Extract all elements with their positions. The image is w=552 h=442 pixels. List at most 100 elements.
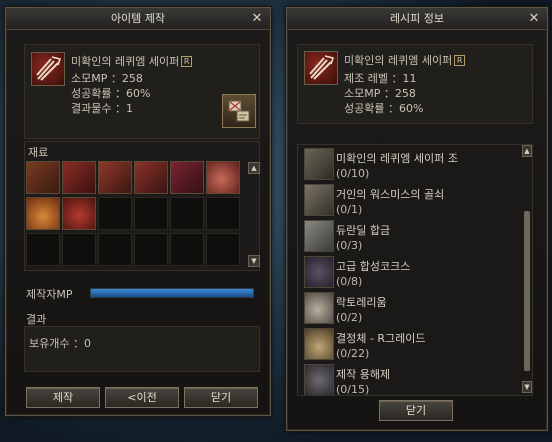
stat-sep: ：: [114, 102, 126, 115]
recipe-book-icon[interactable]: [222, 94, 256, 128]
alloy-icon: [304, 220, 334, 252]
stat-label: 결과물수: [71, 102, 112, 115]
material-slot-empty[interactable]: [206, 197, 240, 230]
list-item[interactable]: 미확인의 레퀴엠 세이퍼 조 (0/10): [298, 147, 518, 183]
stat-mp-row: 소모MP ：258: [344, 85, 416, 101]
stat-sep: ：: [383, 87, 395, 100]
material-name: 제작 용해제: [336, 368, 391, 381]
stat-level-row: 제조 레벨 ：11: [344, 70, 416, 86]
material-count: (0/8): [336, 275, 363, 288]
material-slot-empty[interactable]: [26, 233, 60, 266]
material-count: (0/15): [336, 383, 370, 396]
material-slot-solvent-icon[interactable]: [62, 197, 96, 230]
grade-badge: R: [454, 55, 466, 66]
close-icon[interactable]: ✕: [249, 8, 265, 30]
weapon-icon[interactable]: [304, 51, 338, 85]
owned-sep: ：: [72, 337, 84, 350]
crafter-mp-label: 제작자MP: [26, 288, 73, 301]
close-button[interactable]: 닫기: [379, 400, 453, 421]
material-count: (0/1): [336, 203, 363, 216]
materials-label: 재료: [28, 146, 49, 159]
scroll-up-arrow[interactable]: ▲: [248, 162, 260, 174]
material-slot-empty[interactable]: [170, 197, 204, 230]
material-name: 락토레리움: [336, 296, 387, 309]
list-item[interactable]: 고급 합성코크스 (0/8): [298, 255, 518, 291]
stat-label: 성공확률: [71, 87, 112, 100]
material-slot-crystal-icon[interactable]: [206, 161, 240, 194]
material-slot-empty[interactable]: [206, 233, 240, 266]
scrollbar-track[interactable]: ▲ ▼: [522, 145, 532, 393]
stat-value: 60%: [398, 102, 424, 115]
material-slot-bone-icon[interactable]: [62, 161, 96, 194]
coke-icon: [304, 256, 334, 288]
stat-label: 성공확률: [344, 102, 385, 115]
list-item[interactable]: 결정체 - R그레이드 (0/22): [298, 327, 518, 363]
scroll-up-arrow[interactable]: ▲: [522, 145, 532, 157]
material-slot-leaf-icon[interactable]: [26, 197, 60, 230]
stone-icon: [304, 292, 334, 324]
stat-label: 소모MP: [71, 72, 108, 85]
materials-grid: [25, 161, 245, 267]
weapon-icon[interactable]: [31, 52, 65, 86]
result-label: 결과: [26, 313, 47, 326]
scrollbar-thumb[interactable]: [524, 211, 530, 371]
material-slot-empty[interactable]: [134, 233, 168, 266]
list-item[interactable]: 제작 용해제 (0/15): [298, 363, 518, 396]
close-button[interactable]: 닫기: [184, 387, 258, 408]
recipe-item-name-row: 미확인의 레퀴엠 세이퍼 R: [344, 52, 466, 68]
crafter-mp-fill: [91, 289, 253, 297]
close-icon[interactable]: ✕: [526, 8, 542, 30]
material-name: 거인의 워스미스의 골쇠: [336, 188, 445, 201]
prev-button[interactable]: <이전: [105, 387, 179, 408]
recipe-window-titlebar[interactable]: 레시피 정보 ✕: [287, 8, 547, 30]
stat-value: 1: [125, 102, 133, 115]
craft-button[interactable]: 제작: [26, 387, 100, 408]
list-item[interactable]: 락토레리움 (0/2): [298, 291, 518, 327]
stat-sep: ：: [110, 72, 122, 85]
stat-success-row: 성공확률 ：60%: [71, 85, 150, 101]
crafter-mp-bar: [90, 288, 254, 298]
owned-label: 보유개수: [29, 337, 70, 350]
craft-window-titlebar[interactable]: 아이템 제작 ✕: [6, 8, 270, 30]
material-slot-empty[interactable]: [170, 233, 204, 266]
stat-value: 11: [402, 72, 417, 85]
craft-window-title: 아이템 제작: [110, 12, 166, 25]
material-slot-empty[interactable]: [98, 233, 132, 266]
material-name: 미확인의 레퀴엠 세이퍼 조: [336, 152, 458, 165]
stat-value: 258: [394, 87, 416, 100]
stat-value: 60%: [125, 87, 151, 100]
material-slot-stone-icon[interactable]: [170, 161, 204, 194]
material-slot-empty[interactable]: [62, 233, 96, 266]
scroll-down-arrow[interactable]: ▼: [522, 381, 532, 393]
solvent-icon: [304, 364, 334, 395]
owned-count-row: 보유개수 ：0: [29, 335, 91, 351]
result-panel: 보유개수 ：0: [24, 326, 260, 372]
material-count: (0/3): [336, 239, 363, 252]
bone-icon: [304, 184, 334, 216]
material-name: 고급 합성코크스: [336, 260, 411, 273]
recipe-materials-list: 미확인의 레퀴엠 세이퍼 조 (0/10) 거인의 워스미스의 골쇠 (0/1)…: [297, 144, 533, 396]
list-item[interactable]: 거인의 워스미스의 골쇠 (0/1): [298, 183, 518, 219]
stat-sep: ：: [391, 72, 403, 85]
material-slot-empty[interactable]: [134, 197, 168, 230]
stat-sep: ：: [387, 102, 399, 115]
material-slot-blueprint-icon[interactable]: [26, 161, 60, 194]
materials-section: 재료 ▲ ▼: [24, 141, 260, 271]
list-item[interactable]: 듀란딜 합금 (0/3): [298, 219, 518, 255]
craft-item-name: 미확인의 레퀴엠 세이퍼: [71, 55, 180, 68]
material-count: (0/2): [336, 311, 363, 324]
scroll-down-arrow[interactable]: ▼: [248, 255, 260, 267]
material-name: 듀란딜 합금: [336, 224, 391, 237]
grade-badge: R: [181, 56, 193, 67]
craft-item-info-panel: 미확인의 레퀴엠 세이퍼 R 소모MP ：258 성공확률 ：60% 결과물수 ：…: [24, 44, 260, 139]
item-craft-window: 아이템 제작 ✕ 미확인의 레퀴엠 세이퍼 R 소모MP ：258 성공확률 ：6…: [5, 7, 271, 416]
material-slot-coke-icon[interactable]: [134, 161, 168, 194]
stat-value: 258: [121, 72, 143, 85]
stat-label: 소모MP: [344, 87, 381, 100]
blueprint-icon: [304, 148, 334, 180]
material-name: 결정체 - R그레이드: [336, 332, 426, 345]
owned-value: 0: [83, 337, 91, 350]
material-slot-empty[interactable]: [98, 197, 132, 230]
material-slot-alloy-icon[interactable]: [98, 161, 132, 194]
stat-success-row: 성공확률 ：60%: [344, 100, 423, 116]
